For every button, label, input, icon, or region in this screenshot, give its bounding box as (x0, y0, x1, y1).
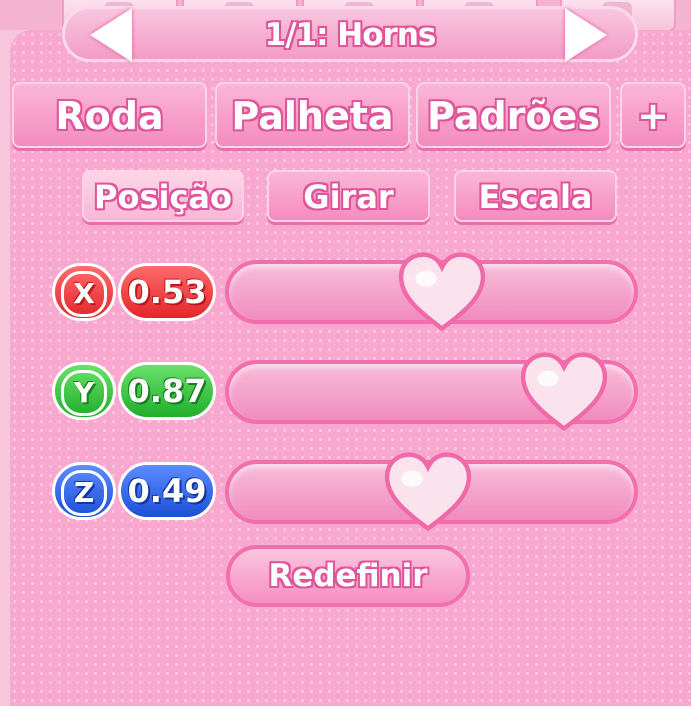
y-axis-label: Y (61, 370, 107, 416)
page-title: 1/1: Horns (264, 17, 437, 53)
y-axis-badge: Y (52, 362, 116, 420)
x-value-badge: 0.53 (118, 263, 216, 321)
z-slider-handle-heart-icon[interactable] (382, 452, 474, 532)
previous-arrow-icon[interactable] (90, 8, 132, 62)
reset-button[interactable]: Redefinir (226, 545, 470, 607)
tab-palheta[interactable]: Palheta (215, 82, 410, 148)
z-axis-label: Z (61, 470, 107, 516)
z-value-badge: 0.49 (118, 462, 216, 520)
add-tab-button[interactable]: + (620, 82, 686, 148)
x-axis-badge: X (52, 263, 116, 321)
subtab-posicao[interactable]: Posição (82, 170, 244, 222)
z-axis-badge: Z (52, 462, 116, 520)
subtab-girar[interactable]: Girar (267, 170, 430, 222)
y-value-badge: 0.87 (118, 362, 216, 420)
next-arrow-icon[interactable] (565, 8, 607, 62)
tab-roda[interactable]: Roda (12, 82, 207, 148)
title-bar: 1/1: Horns (62, 6, 638, 62)
x-slider-handle-heart-icon[interactable] (396, 252, 488, 332)
tab-padroes[interactable]: Padrões (416, 82, 611, 148)
subtab-escala[interactable]: Escala (454, 170, 617, 222)
y-slider-handle-heart-icon[interactable] (518, 352, 610, 432)
x-axis-label: X (61, 271, 107, 317)
